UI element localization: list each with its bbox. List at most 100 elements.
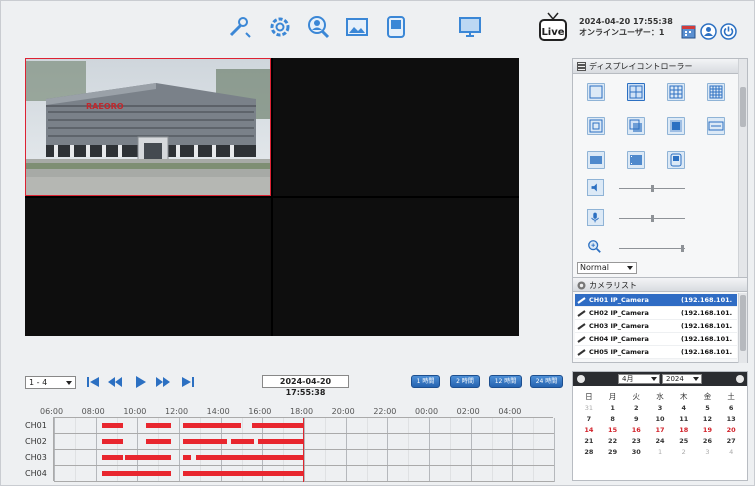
calendar-day[interactable]: 29 [601, 447, 625, 458]
layout-3x3-icon[interactable] [667, 83, 685, 101]
calendar-day[interactable]: 1 [648, 447, 672, 458]
recording-segment[interactable] [101, 455, 123, 460]
layout-2x2-icon[interactable] [627, 83, 645, 101]
calendar-day[interactable]: 25 [672, 436, 696, 447]
video-cell-4[interactable] [273, 198, 519, 336]
recording-segment[interactable] [101, 439, 123, 444]
calendar-day[interactable]: 28 [577, 447, 601, 458]
calendar-day[interactable]: 11 [672, 414, 696, 425]
recording-segment[interactable] [183, 455, 192, 460]
display-controller-scrollbar[interactable] [738, 59, 747, 289]
camera-list-scrollbar[interactable] [738, 293, 747, 363]
playback-cursor[interactable] [302, 418, 304, 482]
prev-month-icon[interactable] [577, 375, 585, 383]
recording-segment[interactable] [124, 455, 171, 460]
filmstrip-icon[interactable] [627, 151, 645, 169]
user-account-icon[interactable] [700, 23, 717, 40]
calendar-day[interactable]: 4 [672, 403, 696, 414]
calendar-day[interactable]: 12 [696, 414, 720, 425]
calendar-day[interactable]: 15 [601, 425, 625, 436]
layout-center-icon[interactable] [667, 117, 685, 135]
timeline-grid[interactable] [53, 417, 555, 482]
device-icon[interactable] [382, 13, 410, 41]
calendar-day[interactable]: 23 [624, 436, 648, 447]
recording-segment[interactable] [145, 423, 171, 428]
live-tv-icon[interactable]: Live [539, 11, 567, 43]
zoom-slider[interactable] [583, 239, 733, 257]
stream-mode-select[interactable]: Normal [577, 262, 637, 274]
recording-segment[interactable] [195, 455, 304, 460]
zoom-1h-button[interactable]: 1 時間 [411, 375, 440, 388]
camera-list-item[interactable]: CH03 IP_Camera (192.168.101. [575, 320, 737, 333]
calendar-day[interactable]: 5 [696, 403, 720, 414]
volume-knob[interactable] [651, 185, 654, 192]
calendar-day[interactable]: 24 [648, 436, 672, 447]
microphone-knob[interactable] [651, 215, 654, 222]
recording-segment[interactable] [258, 439, 304, 444]
calendar-day[interactable]: 13 [719, 414, 743, 425]
scroll-thumb[interactable] [740, 87, 746, 127]
video-cell-3[interactable] [25, 198, 271, 336]
month-select[interactable]: 4月 [618, 374, 660, 384]
calendar-day[interactable]: 6 [719, 403, 743, 414]
recording-segment[interactable] [101, 471, 171, 476]
layout-wide-icon[interactable] [707, 117, 725, 135]
layout-overlap-icon[interactable] [627, 117, 645, 135]
calendar-day[interactable]: 31 [577, 403, 601, 414]
camera-list-item[interactable]: CH01 IP_Camera (192.168.101. [575, 294, 737, 307]
zoom-12h-button[interactable]: 12 時間 [489, 375, 522, 388]
calendar-day[interactable]: 16 [624, 425, 648, 436]
recording-segment[interactable] [101, 423, 123, 428]
layout-custom-icon[interactable] [587, 117, 605, 135]
calendar-day[interactable]: 19 [696, 425, 720, 436]
calendar-day[interactable]: 7 [577, 414, 601, 425]
layout-4x4-icon[interactable] [707, 83, 725, 101]
calendar-day[interactable]: 10 [648, 414, 672, 425]
calendar-day[interactable]: 3 [648, 403, 672, 414]
calendar-day[interactable]: 18 [672, 425, 696, 436]
calendar-day[interactable]: 4 [719, 447, 743, 458]
calendar-day[interactable]: 8 [601, 414, 625, 425]
scroll-thumb[interactable] [740, 295, 746, 351]
zoom-knob[interactable] [680, 245, 684, 252]
zoom-24h-button[interactable]: 24 時間 [530, 375, 563, 388]
power-icon[interactable] [720, 23, 737, 40]
calendar-day[interactable]: 2 [624, 403, 648, 414]
calendar-icon[interactable] [680, 23, 697, 40]
user-search-icon[interactable] [304, 13, 332, 41]
recording-timeline[interactable]: 06:00 08:00 10:00 12:00 14:00 16:00 18:00 20:00… [25, 407, 555, 482]
recording-segment[interactable] [183, 423, 242, 428]
calendar-day[interactable]: 26 [696, 436, 720, 447]
recording-segment[interactable] [251, 423, 304, 428]
camera-list-item[interactable]: CH05 IP_Camera (192.168.101. [575, 346, 737, 359]
calendar-day[interactable]: 14 [577, 425, 601, 436]
recording-segment[interactable] [145, 439, 171, 444]
calendar-day[interactable]: 17 [648, 425, 672, 436]
recording-segment[interactable] [183, 471, 304, 476]
monitor-icon[interactable] [456, 13, 484, 41]
fast-forward-icon[interactable] [155, 374, 171, 390]
calendar-day[interactable]: 20 [719, 425, 743, 436]
skip-to-end-icon[interactable] [180, 374, 196, 390]
fullscreen-icon[interactable] [587, 151, 605, 169]
calendar-day[interactable]: 21 [577, 436, 601, 447]
calendar-day[interactable]: 22 [601, 436, 625, 447]
snapshot-icon[interactable] [667, 151, 685, 169]
microphone-slider[interactable] [583, 209, 733, 227]
video-cell-1[interactable]: RAEORO [25, 58, 271, 196]
play-icon[interactable] [132, 374, 148, 390]
tools-icon[interactable] [225, 13, 253, 41]
channel-range-select[interactable]: 1 - 4 [25, 376, 76, 389]
recording-segment[interactable] [231, 439, 254, 444]
camera-list-item[interactable]: CH02 IP_Camera (192.168.101. [575, 307, 737, 320]
calendar-day[interactable]: 30 [624, 447, 648, 458]
skip-to-start-icon[interactable] [85, 374, 101, 390]
calendar-day[interactable]: 1 [601, 403, 625, 414]
year-select[interactable]: 2024 [662, 374, 702, 384]
image-icon[interactable] [343, 13, 371, 41]
rewind-icon[interactable] [107, 374, 123, 390]
recording-segment[interactable] [183, 439, 227, 444]
camera-list-item[interactable]: CH04 IP_Camera (192.168.101. [575, 333, 737, 346]
video-cell-2[interactable] [273, 58, 519, 196]
calendar-day[interactable]: 3 [696, 447, 720, 458]
